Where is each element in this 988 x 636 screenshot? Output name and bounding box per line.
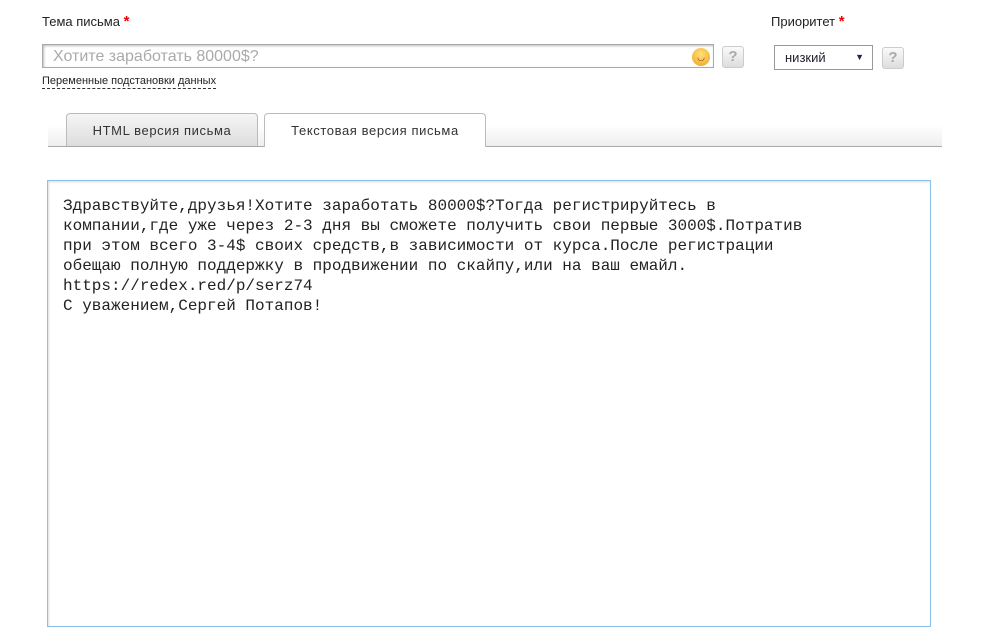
priority-label-text: Приоритет bbox=[771, 14, 836, 29]
emoji-icon[interactable]: ◡ bbox=[692, 48, 710, 66]
message-body-textarea[interactable]: Здравствуйте,друзья!Хотите заработать 80… bbox=[47, 180, 931, 627]
priority-help-button[interactable]: ? bbox=[882, 47, 904, 69]
chevron-down-icon: ▼ bbox=[855, 52, 864, 62]
variables-link[interactable]: Переменные подстановки данных bbox=[42, 75, 217, 89]
tab-text-version[interactable]: Текстовая версия письма bbox=[264, 113, 486, 147]
priority-label: Приоритет * bbox=[771, 13, 845, 30]
subject-label: Тема письма * bbox=[42, 13, 129, 30]
tab-html-version[interactable]: HTML версия письма bbox=[66, 113, 258, 146]
priority-value: низкий bbox=[785, 50, 826, 65]
subject-help-button[interactable]: ? bbox=[722, 46, 744, 68]
priority-select[interactable]: низкий ▼ bbox=[774, 45, 873, 70]
subject-input[interactable]: Хотите заработать 80000$? bbox=[42, 44, 714, 68]
required-mark: * bbox=[123, 13, 130, 30]
subject-label-text: Тема письма bbox=[42, 14, 120, 29]
required-mark: * bbox=[838, 13, 845, 30]
